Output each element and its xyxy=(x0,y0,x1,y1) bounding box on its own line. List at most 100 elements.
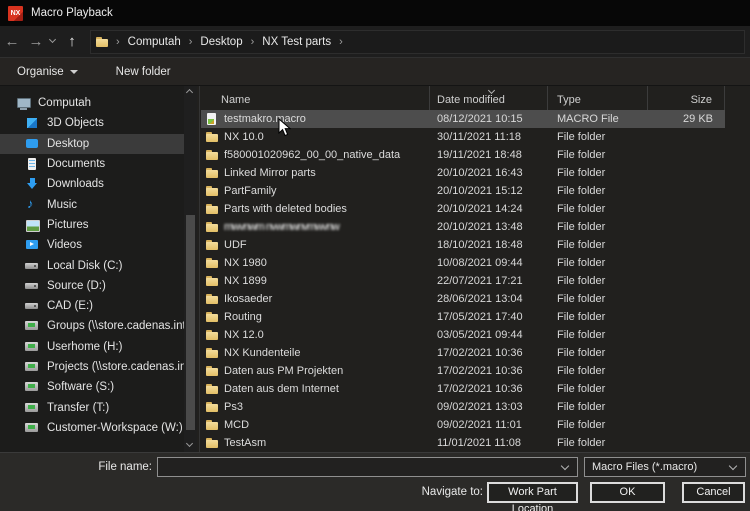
sidebar-item[interactable]: Userhome (H:) xyxy=(0,337,184,357)
sidebar-item[interactable]: CAD (E:) xyxy=(0,296,184,316)
sidebar-item-icon xyxy=(25,238,40,252)
scrollbar-thumb[interactable] xyxy=(186,215,195,430)
sidebar-item[interactable]: Pictures xyxy=(0,215,184,235)
file-row[interactable]: NX 1980 10/08/2021 09:44 File folder xyxy=(201,254,725,272)
navigation-pane: Computah 3D Objects Desktop Documents xyxy=(0,86,184,452)
file-name-cell: NX 1980 xyxy=(201,256,430,270)
sidebar-item[interactable]: Customer-Workspace (W:) xyxy=(0,418,184,438)
chevron-right-icon: › xyxy=(245,36,261,48)
sidebar-item-icon xyxy=(25,177,40,191)
column-header[interactable]: Size xyxy=(648,86,725,110)
work-part-location-button[interactable]: Work Part Location xyxy=(487,482,578,503)
sidebar-item[interactable]: Music xyxy=(0,194,184,214)
file-row[interactable]: Linked Mirror parts 20/10/2021 16:43 Fil… xyxy=(201,164,725,182)
file-name: Parts with deleted bodies xyxy=(224,203,347,215)
forward-icon[interactable]: → xyxy=(24,34,48,49)
sidebar-item-label: Customer-Workspace (W:) xyxy=(47,422,183,434)
date-modified-cell: 17/05/2021 17:40 xyxy=(430,311,548,323)
title-bar: NX Macro Playback xyxy=(0,0,750,26)
sidebar-item-label: Pictures xyxy=(47,219,89,231)
file-name: NX 1980 xyxy=(224,257,267,269)
file-row[interactable]: Ps3 09/02/2021 13:03 File folder xyxy=(201,398,725,416)
organise-button[interactable]: Organise xyxy=(17,66,78,78)
file-name: NX Kundenteile xyxy=(224,347,300,359)
file-row[interactable]: UDF 18/10/2021 18:48 File folder xyxy=(201,236,725,254)
file-row[interactable]: Parts with deleted bodies 20/10/2021 14:… xyxy=(201,200,725,218)
sidebar-item[interactable]: Documents xyxy=(0,154,184,174)
file-name-cell: NX 10.0 xyxy=(201,130,430,144)
type-cell: File folder xyxy=(548,311,648,323)
organise-label: Organise xyxy=(17,66,64,78)
scroll-down-icon[interactable] xyxy=(186,440,193,447)
file-row[interactable]: NX 1899 22/07/2021 17:21 File folder xyxy=(201,272,725,290)
column-header[interactable]: Name xyxy=(201,86,430,110)
file-type-icon xyxy=(205,346,220,360)
sidebar-item-icon xyxy=(25,198,40,212)
file-type-select[interactable]: Macro Files (*.macro) xyxy=(584,457,746,477)
file-row[interactable]: MCD 09/02/2021 11:01 File folder xyxy=(201,416,725,434)
sidebar-item-icon xyxy=(25,279,40,293)
sidebar-item[interactable]: Videos xyxy=(0,235,184,255)
type-cell: File folder xyxy=(548,203,648,215)
sidebar-item-icon xyxy=(25,401,40,415)
sidebar-item[interactable]: 3D Objects xyxy=(0,113,184,133)
file-row[interactable]: mwvnwm nvwmwnvmwvnw 20/10/2021 13:48 Fil… xyxy=(201,218,725,236)
new-folder-label: New folder xyxy=(116,66,171,78)
scroll-up-icon[interactable] xyxy=(186,89,193,96)
breadcrumb-label[interactable]: NX Test parts xyxy=(260,36,333,48)
date-modified-cell: 20/10/2021 16:43 xyxy=(430,167,548,179)
sidebar-item[interactable]: Desktop xyxy=(0,134,184,154)
sidebar-item[interactable]: Computah xyxy=(0,93,184,113)
cancel-button[interactable]: Cancel xyxy=(682,482,745,503)
file-row[interactable]: Ikosaeder 28/06/2021 13:04 File folder xyxy=(201,290,725,308)
file-row[interactable]: PartFamily 20/10/2021 15:12 File folder xyxy=(201,182,725,200)
file-row[interactable]: f580001020962_00_00_native_data 19/11/20… xyxy=(201,146,725,164)
file-row[interactable]: Daten aus PM Projekten 17/02/2021 10:36 … xyxy=(201,362,725,380)
column-header[interactable]: Date modified xyxy=(430,86,548,110)
window-title: Macro Playback xyxy=(31,7,113,19)
file-type-icon xyxy=(205,112,220,126)
sidebar-item-label: Userhome (H:) xyxy=(47,341,122,353)
file-name-cell: Ps3 xyxy=(201,400,430,414)
breadcrumb-label[interactable]: Desktop xyxy=(198,36,244,48)
date-modified-cell: 08/12/2021 10:15 xyxy=(430,113,548,125)
sidebar-item[interactable]: Local Disk (C:) xyxy=(0,255,184,275)
breadcrumb[interactable]: › Computah › Desktop › NX Test parts › xyxy=(90,30,745,54)
file-row[interactable]: NX 12.0 03/05/2021 09:44 File folder xyxy=(201,326,725,344)
sidebar-item-icon xyxy=(25,299,40,313)
column-header-label: Name xyxy=(221,94,250,106)
breadcrumb-label[interactable]: Computah xyxy=(126,36,183,48)
file-row[interactable]: TestAsm 11/01/2021 11:08 File folder xyxy=(201,434,725,452)
sidebar-item[interactable]: Groups (\\store.cadenas.interna xyxy=(0,316,184,336)
file-name-cell: Daten aus dem Internet xyxy=(201,382,430,396)
date-modified-cell: 17/02/2021 10:36 xyxy=(430,365,548,377)
file-name-cell: mwvnwm nvwmwnvmwvnw xyxy=(201,220,430,234)
up-icon[interactable]: ↑ xyxy=(60,34,84,49)
column-header-row: Name Date modified Type Size xyxy=(201,86,750,110)
sidebar-item[interactable]: Downloads xyxy=(0,174,184,194)
sidebar-item-icon xyxy=(25,380,40,394)
sidebar-item[interactable]: Projects (\\store.cadenas.intern xyxy=(0,357,184,377)
sidebar-item[interactable]: Transfer (T:) xyxy=(0,397,184,417)
type-cell: File folder xyxy=(548,257,648,269)
sidebar-scrollbar[interactable] xyxy=(184,86,197,452)
file-type-icon xyxy=(205,382,220,396)
back-icon[interactable]: ← xyxy=(0,34,24,49)
recent-locations-chevron-icon[interactable] xyxy=(48,37,60,47)
ok-button[interactable]: OK xyxy=(590,482,665,503)
file-row[interactable]: NX Kundenteile 17/02/2021 10:36 File fol… xyxy=(201,344,725,362)
sidebar-item[interactable]: Software (S:) xyxy=(0,377,184,397)
chevron-right-icon: › xyxy=(333,36,349,48)
file-name-cell: Routing xyxy=(201,310,430,324)
new-folder-button[interactable]: New folder xyxy=(116,66,171,78)
date-modified-cell: 10/08/2021 09:44 xyxy=(430,257,548,269)
sidebar-item[interactable]: Source (D:) xyxy=(0,276,184,296)
sidebar-item-label: 3D Objects xyxy=(47,117,104,129)
file-row[interactable]: Daten aus dem Internet 17/02/2021 10:36 … xyxy=(201,380,725,398)
chevron-right-icon: › xyxy=(110,36,126,48)
breadcrumb-item: › NX Test parts xyxy=(245,36,334,48)
file-name-input[interactable] xyxy=(157,457,578,477)
file-row[interactable]: Routing 17/05/2021 17:40 File folder xyxy=(201,308,725,326)
column-header[interactable]: Type xyxy=(548,86,648,110)
file-type-icon xyxy=(205,292,220,306)
